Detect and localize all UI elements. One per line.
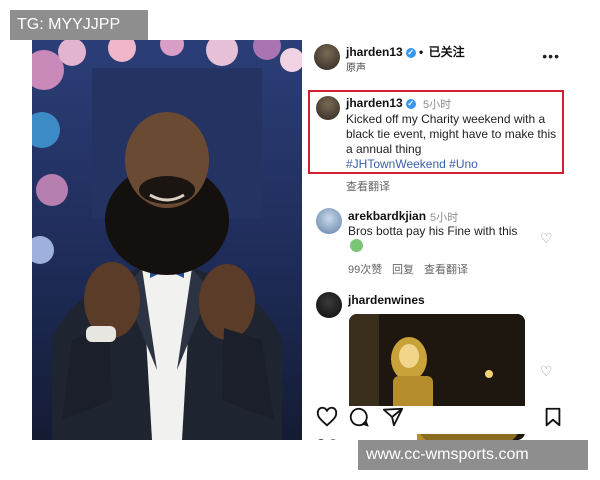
comment-time: 5小时 — [430, 212, 459, 224]
watermark-bottom-right: www.cc-wmsports.com — [358, 440, 588, 470]
caption-translate-link[interactable]: 查看翻译 — [346, 178, 390, 194]
comment-like-heart-icon[interactable]: ♡ — [540, 363, 553, 380]
post-header: jharden13 ✓ • 已关注 原声 ••• — [306, 40, 568, 76]
crying-laughing-emoji-icon — [350, 239, 363, 252]
more-options-icon[interactable]: ••• — [542, 48, 560, 64]
instagram-post-panel: jharden13 ✓ • 已关注 原声 ••• jharden13 ✓ 5小时 K… — [306, 40, 568, 440]
caption-hashtags[interactable]: #JHTownWeekend #Uno — [346, 157, 478, 171]
comment-like-heart-icon[interactable]: ♡ — [540, 230, 553, 247]
comment-likes[interactable]: 99次赞 — [348, 261, 382, 277]
post-action-bar — [306, 406, 568, 434]
avatar[interactable] — [314, 44, 340, 70]
caption-username-row: jharden13 ✓ — [346, 96, 416, 110]
comment-username[interactable]: arekbardkjian — [348, 209, 426, 223]
caption-username[interactable]: jharden13 — [346, 96, 403, 110]
comment-text: Bros botta pay his Fine with this — [348, 224, 518, 238]
bookmark-icon[interactable] — [542, 406, 564, 428]
comment-icon[interactable] — [348, 406, 370, 428]
caption-text: Kicked off my Charity weekend with a bla… — [346, 112, 557, 156]
comment-username[interactable]: jhardenwines — [348, 293, 425, 307]
caption-time: 5小时 — [423, 99, 452, 111]
caption-avatar[interactable] — [316, 96, 340, 120]
comment-reply-button[interactable]: 回复 — [392, 261, 414, 277]
verified-icon: ✓ — [405, 48, 416, 58]
comment-avatar[interactable] — [316, 208, 342, 234]
audio-label[interactable]: 原声 — [346, 59, 366, 74]
verified-icon: ✓ — [405, 99, 416, 109]
watermark-top-left: TG: MYYJJPP — [10, 10, 148, 40]
following-button[interactable]: 已关注 — [429, 45, 465, 59]
separator-dot: • — [419, 45, 424, 59]
comment-translate-link[interactable]: 查看翻译 — [424, 261, 468, 277]
share-icon[interactable] — [382, 406, 404, 428]
comment-avatar[interactable] — [316, 292, 342, 318]
header-username-row: jharden13 ✓ • 已关注 — [346, 43, 465, 60]
post-username[interactable]: jharden13 — [346, 45, 403, 59]
bearded-man-tuxedo-image — [32, 40, 302, 440]
heart-icon[interactable] — [316, 406, 338, 428]
post-photo — [32, 40, 302, 440]
